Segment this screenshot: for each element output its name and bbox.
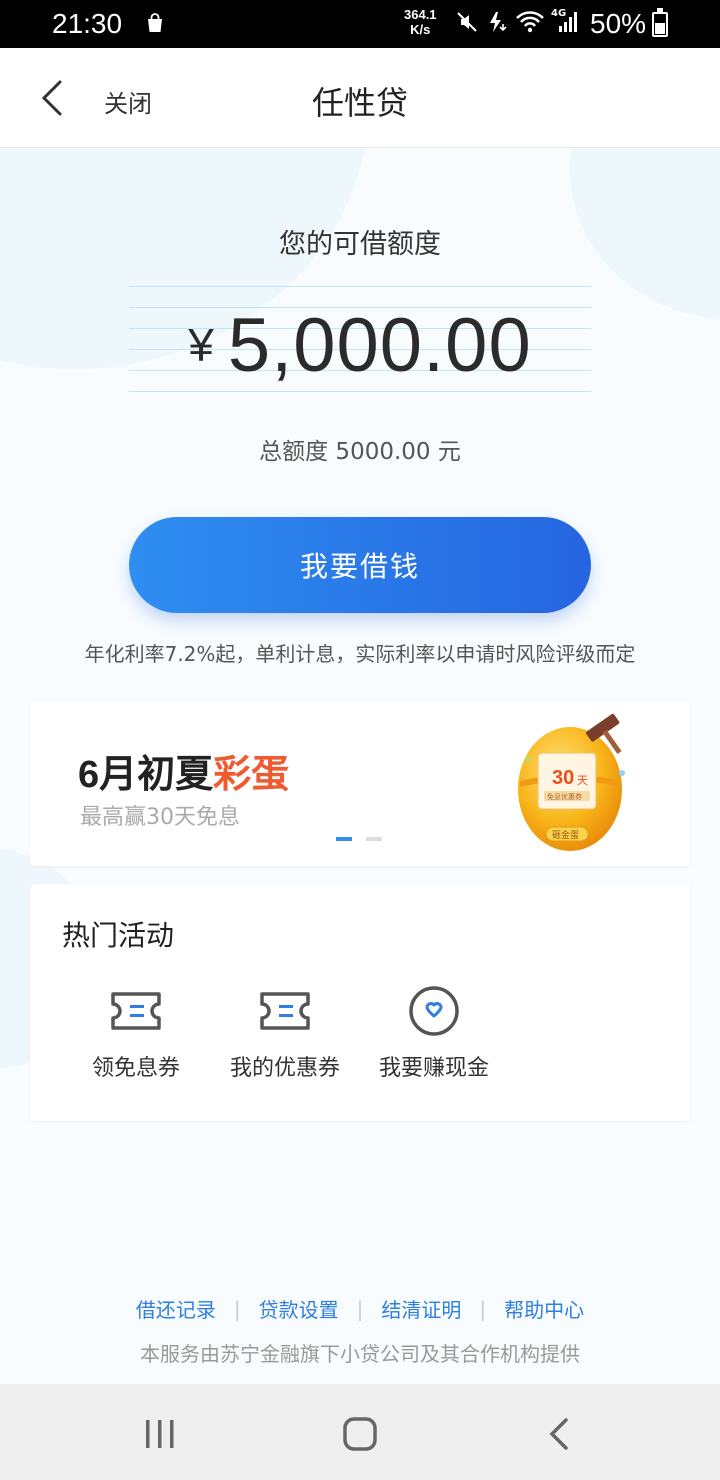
heart-badge-icon [409, 986, 459, 1036]
divider: | [356, 1296, 364, 1321]
cellular-signal-icon: 4G [551, 8, 577, 34]
divider: | [233, 1296, 241, 1321]
charging-icon [490, 12, 507, 32]
carousel-dot-active [336, 837, 352, 841]
settlement-proof-link[interactable]: 结清证明 [381, 1294, 461, 1323]
wifi-icon [516, 11, 544, 33]
clock: 21:30 [52, 8, 123, 39]
recent-apps-icon[interactable] [140, 1414, 180, 1454]
carousel-indicator [336, 837, 382, 841]
loan-settings-link[interactable]: 贷款设置 [259, 1294, 339, 1323]
svg-text:30: 30 [552, 767, 574, 789]
activity-label: 我要赚现金 [378, 1056, 489, 1081]
service-provider-note: 本服务由苏宁金融旗下小贷公司及其合作机构提供 [140, 1342, 580, 1366]
carousel-dot [366, 837, 382, 841]
app-header: 关闭 任性贷 [0, 48, 720, 148]
svg-text:天: 天 [577, 774, 588, 787]
available-credit-amount: ¥5,000.00 [0, 302, 720, 389]
section-title: 热门活动 [62, 919, 175, 952]
svg-text:砸金蛋: 砸金蛋 [552, 829, 579, 841]
system-navigation-bar [0, 1384, 720, 1480]
divider: | [479, 1296, 487, 1321]
activity-label: 我的优惠券 [229, 1056, 340, 1081]
shopping-bag-icon [148, 13, 162, 32]
promo-banner[interactable]: 6月初夏彩蛋 最高赢30天免息 30 天 免息优惠券 砸金蛋 [30, 701, 690, 866]
currency-symbol: ¥ [188, 319, 214, 371]
amount-value: 5,000.00 [227, 303, 532, 388]
credit-limit-label: 您的可借额度 [279, 229, 441, 260]
activity-free-interest-coupon[interactable]: 领免息券 [61, 984, 211, 1082]
loan-records-link[interactable]: 借还记录 [136, 1294, 216, 1323]
borrow-button[interactable]: 我要借钱 [129, 517, 591, 613]
activity-label: 领免息券 [91, 1056, 180, 1081]
svg-text:免息优惠券: 免息优惠券 [547, 792, 582, 801]
banner-title: 6月初夏彩蛋 [78, 754, 290, 796]
help-center-link[interactable]: 帮助中心 [504, 1294, 584, 1323]
banner-subtitle: 最高赢30天免息 [80, 805, 240, 830]
home-icon[interactable] [340, 1414, 380, 1454]
status-bar: 21:30 364.1 K/s 4G 50% [0, 0, 720, 48]
activity-earn-cash[interactable]: 我要赚现金 [359, 984, 509, 1082]
hot-activities-card: 热门活动 领免息券 我的优惠券 我要赚现金 [30, 884, 690, 1121]
total-credit: 总额度 5000.00 元 [259, 439, 461, 465]
ticket-icon [260, 992, 310, 1030]
golden-egg-icon: 30 天 免息优惠券 砸金蛋 [518, 713, 625, 851]
battery-icon [652, 8, 668, 37]
back-nav-icon[interactable] [540, 1414, 580, 1454]
coupon-icon [111, 992, 161, 1030]
activity-my-coupons[interactable]: 我的优惠券 [210, 984, 360, 1082]
battery-percentage: 50% [590, 8, 647, 39]
interest-rate-note: 年化利率7.2%起，单利计息，实际利率以申请时风险评级而定 [84, 642, 636, 666]
footer-links: 借还记录 | 贷款设置 | 结清证明 | 帮助中心 [0, 1294, 720, 1323]
page-title: 任性贷 [311, 84, 408, 122]
network-speed: 364.1 K/s [404, 7, 437, 37]
mute-icon [457, 12, 477, 32]
